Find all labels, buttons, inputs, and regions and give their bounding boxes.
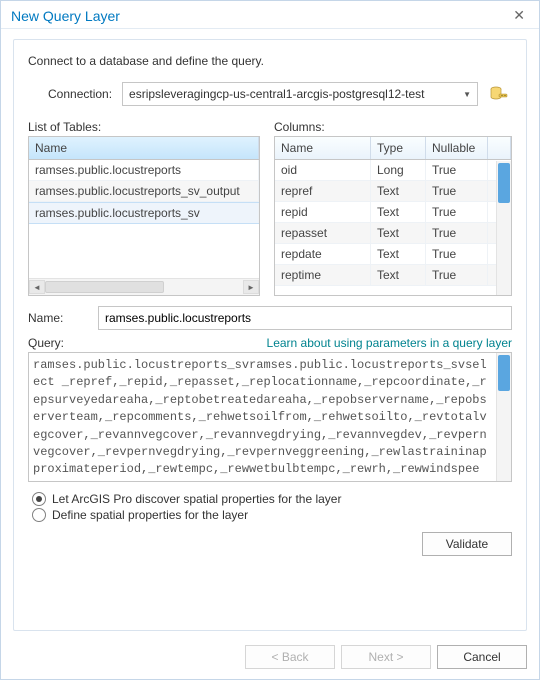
radio-define-label: Define spatial properties for the layer [52,508,248,522]
connection-dropdown[interactable]: esripsleveragingcp-us-central1-arcgis-po… [122,82,478,106]
column-row[interactable]: repdateTextTrue [275,244,511,265]
columns-vertical-scrollbar[interactable] [496,161,511,295]
titlebar: New Query Layer ✕ [1,1,539,29]
column-cell: Text [371,181,426,201]
tables-label: List of Tables: [28,120,260,134]
column-cell: Text [371,202,426,222]
column-row[interactable]: oidLongTrue [275,160,511,181]
instruction-text: Connect to a database and define the que… [28,54,512,68]
columns-grid[interactable]: Name Type Nullable oidLongTruereprefText… [274,136,512,296]
close-icon[interactable]: ✕ [509,7,529,24]
tables-horizontal-scrollbar[interactable]: ◄ ► [29,278,259,295]
back-button: < Back [245,645,335,669]
column-cell: Long [371,160,426,180]
column-cell: True [426,265,488,285]
cancel-button[interactable]: Cancel [437,645,527,669]
connection-label: Connection: [48,87,112,101]
dialog-footer: < Back Next > Cancel [1,637,539,679]
query-textarea[interactable]: ramses.public.locustreports_svramses.pub… [28,352,512,482]
column-cell: repref [275,181,371,201]
connection-value: esripsleveragingcp-us-central1-arcgis-po… [129,87,424,101]
column-row[interactable]: reprefTextTrue [275,181,511,202]
radio-discover-label: Let ArcGIS Pro discover spatial properti… [52,492,341,506]
validate-button[interactable]: Validate [422,532,512,556]
columns-header-name[interactable]: Name [275,137,371,159]
column-cell: True [426,223,488,243]
column-row[interactable]: repidTextTrue [275,202,511,223]
columns-header-type[interactable]: Type [371,137,426,159]
chevron-down-icon: ▼ [463,90,471,99]
tables-grid[interactable]: Name ramses.public.locustreportsramses.p… [28,136,260,296]
table-row[interactable]: ramses.public.locustreports_sv_output [29,181,259,202]
next-button: Next > [341,645,431,669]
column-cell: True [426,244,488,264]
radio-define-spatial[interactable]: Define spatial properties for the layer [32,508,512,522]
table-row[interactable]: ramses.public.locustreports_sv [29,202,259,224]
column-cell: repid [275,202,371,222]
table-cell: ramses.public.locustreports_sv_output [29,181,259,201]
query-label: Query: [28,336,64,350]
column-cell: reptime [275,265,371,285]
table-row[interactable]: ramses.public.locustreports [29,160,259,181]
column-cell: True [426,202,488,222]
column-cell: Text [371,244,426,264]
table-cell: ramses.public.locustreports_sv [29,203,259,223]
new-query-layer-dialog: New Query Layer ✕ Connect to a database … [0,0,540,680]
column-cell: Text [371,223,426,243]
column-cell: True [426,160,488,180]
column-row[interactable]: reptimeTextTrue [275,265,511,286]
spatial-properties-radio-group: Let ArcGIS Pro discover spatial properti… [28,492,512,524]
tables-header-name[interactable]: Name [29,137,259,159]
database-connection-icon[interactable] [488,84,508,104]
column-cell: oid [275,160,371,180]
column-row[interactable]: repassetTextTrue [275,223,511,244]
layer-name-input[interactable] [98,306,512,330]
column-cell: repasset [275,223,371,243]
table-cell: ramses.public.locustreports [29,160,259,180]
learn-parameters-link[interactable]: Learn about using parameters in a query … [267,336,512,350]
name-label: Name: [28,311,88,325]
columns-header-nullable[interactable]: Nullable [426,137,488,159]
radio-discover-spatial[interactable]: Let ArcGIS Pro discover spatial properti… [32,492,512,506]
columns-label: Columns: [274,120,512,134]
dialog-title: New Query Layer [11,8,120,24]
column-cell: True [426,181,488,201]
column-cell: Text [371,265,426,285]
query-vertical-scrollbar[interactable] [496,353,511,481]
column-cell: repdate [275,244,371,264]
